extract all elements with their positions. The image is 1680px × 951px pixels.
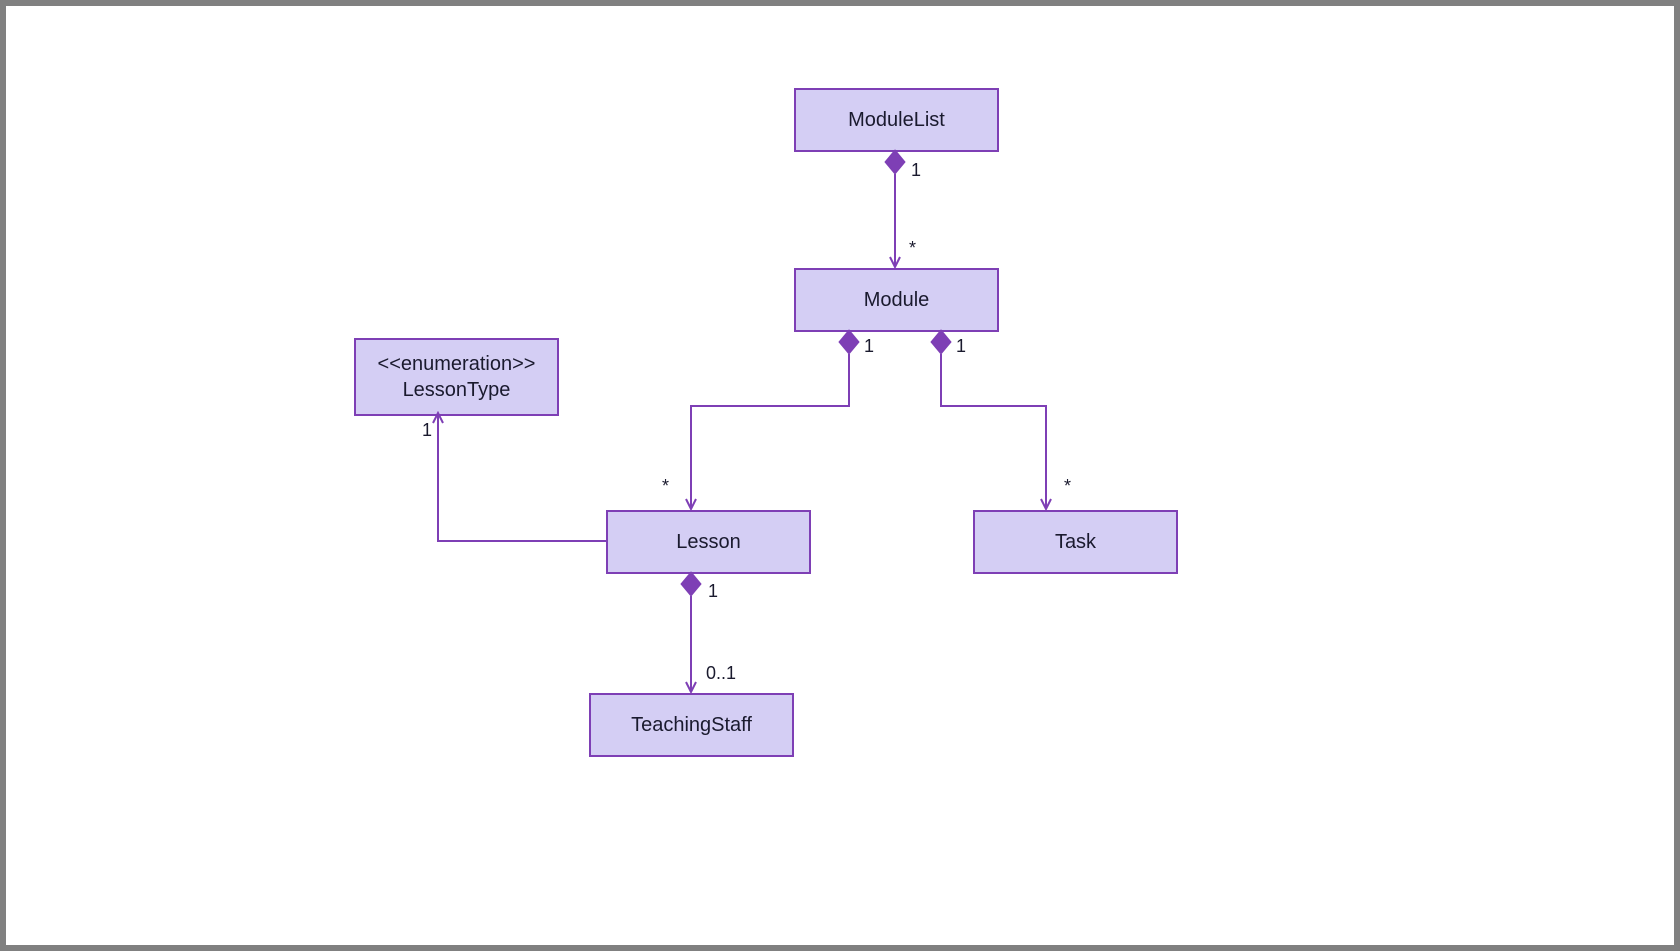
mult-module-task-top: 1 — [956, 336, 966, 357]
class-label: LessonType — [403, 377, 511, 403]
class-stereotype: <<enumeration>> — [378, 351, 536, 377]
mult-lesson-teach-bot: 0..1 — [706, 663, 736, 684]
class-label: Lesson — [676, 529, 741, 555]
conn-module-lesson — [691, 330, 859, 508]
conn-lesson-teachingstaff — [681, 572, 701, 691]
mult-modulelist-bot: * — [909, 238, 916, 259]
mult-modulelist-top: 1 — [911, 160, 921, 181]
class-label: TeachingStaff — [631, 712, 752, 738]
class-modulelist: ModuleList — [794, 88, 999, 152]
mult-module-task-bot: * — [1064, 476, 1071, 497]
class-module: Module — [794, 268, 999, 332]
mult-module-lesson-bot: * — [662, 476, 669, 497]
mult-module-lesson-top: 1 — [864, 336, 874, 357]
conn-module-task — [931, 330, 1046, 508]
class-lesson: Lesson — [606, 510, 811, 574]
class-lessontype: <<enumeration>> LessonType — [354, 338, 559, 416]
class-label: Task — [1055, 529, 1096, 555]
conn-lesson-lessontype — [438, 414, 606, 541]
mult-lesson-lessontype: 1 — [422, 420, 432, 441]
class-teachingstaff: TeachingStaff — [589, 693, 794, 757]
mult-lesson-teach-top: 1 — [708, 581, 718, 602]
class-task: Task — [973, 510, 1178, 574]
class-label: ModuleList — [848, 107, 945, 133]
diagram-frame: ModuleList Module <<enumeration>> Lesson… — [0, 0, 1680, 951]
class-label: Module — [864, 287, 930, 313]
conn-modulelist-module — [885, 150, 905, 266]
